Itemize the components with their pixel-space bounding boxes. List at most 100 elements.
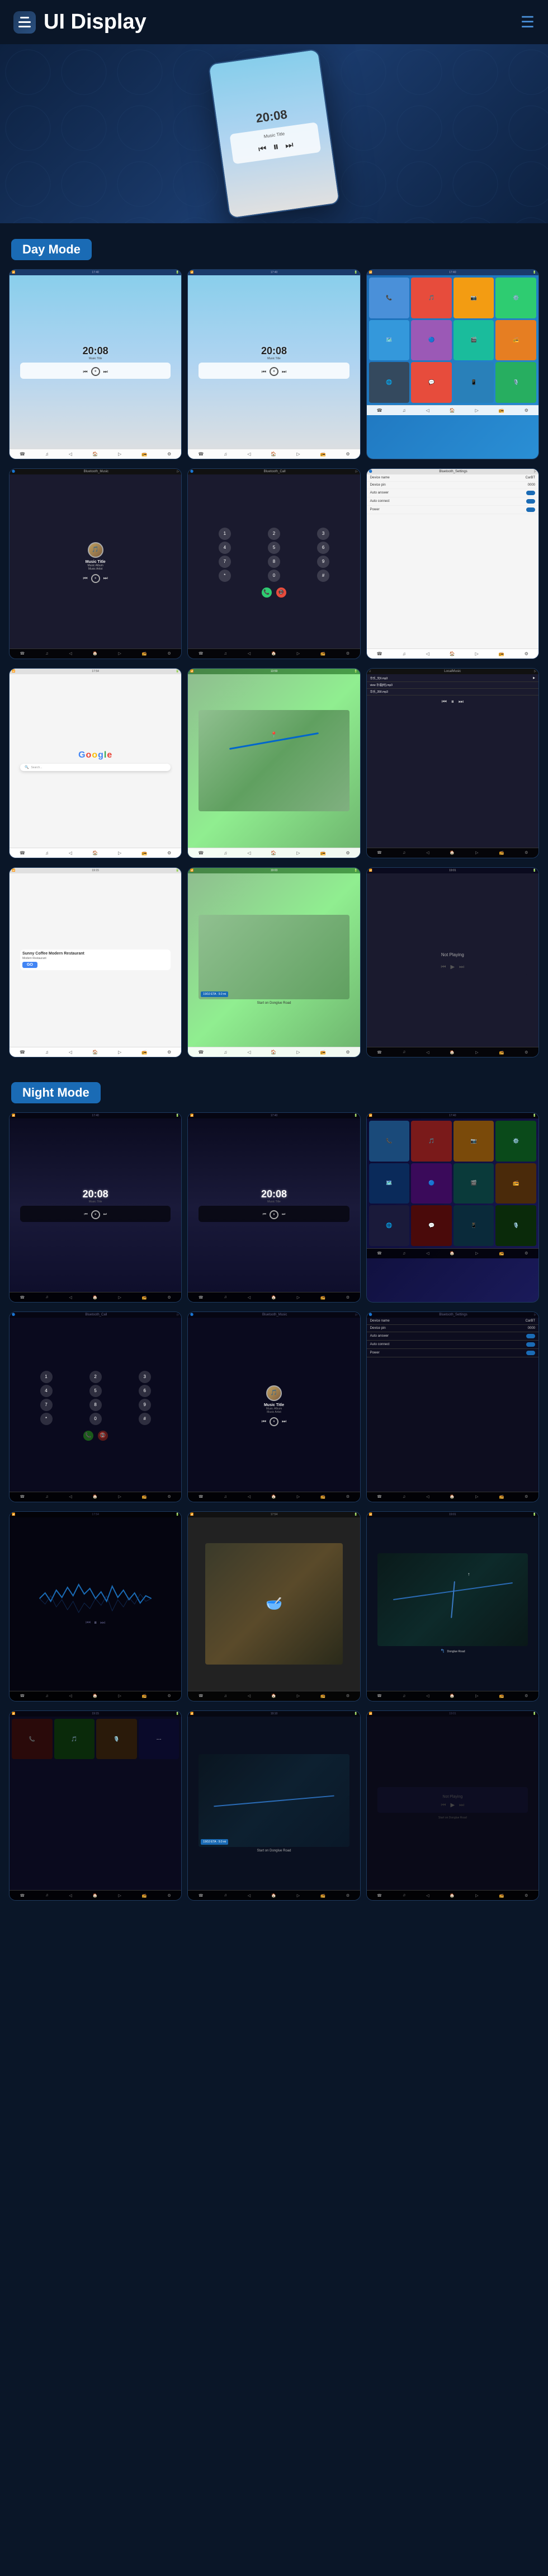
play-btn[interactable]: ⏸: [91, 367, 100, 376]
player-prev[interactable]: ⏮: [441, 1802, 446, 1808]
nav-settings[interactable]: ⚙: [346, 1694, 349, 1698]
nav-fwd[interactable]: ▷: [118, 1694, 121, 1698]
nav-home[interactable]: 🏠: [450, 1694, 455, 1698]
nav-phone[interactable]: ☎: [198, 850, 204, 855]
nav-radio[interactable]: 📻: [499, 850, 504, 855]
nav-back[interactable]: ◁: [248, 1295, 251, 1300]
hangup-btn[interactable]: 📵: [98, 1431, 108, 1441]
nav-settings[interactable]: ⚙: [525, 1050, 528, 1055]
player-play[interactable]: ▶: [450, 964, 455, 970]
nav-phone[interactable]: ☎: [199, 1893, 204, 1898]
nav-fwd[interactable]: ▷: [475, 651, 479, 656]
nav-back[interactable]: ◁: [69, 1893, 72, 1898]
play-icon[interactable]: ⏸: [272, 140, 280, 154]
auto-answer-toggle[interactable]: [526, 1334, 535, 1338]
nav-fwd[interactable]: ▷: [475, 850, 478, 855]
play-btn[interactable]: ⏸: [270, 1210, 278, 1219]
dial-5[interactable]: 5: [89, 1385, 102, 1397]
nav-music[interactable]: ♫: [224, 452, 227, 457]
next-btn[interactable]: ⏭: [103, 575, 108, 581]
nav-settings[interactable]: ⚙: [346, 1295, 349, 1300]
nav-settings[interactable]: ⚙: [346, 651, 349, 656]
nav-phone[interactable]: ☎: [199, 651, 204, 656]
nav-home[interactable]: 🏠: [271, 1494, 276, 1499]
nav-music[interactable]: ♫: [224, 1050, 227, 1055]
nav-settings[interactable]: ⚙: [168, 1893, 171, 1898]
nav-home[interactable]: 🏠: [450, 1494, 455, 1499]
nav-back[interactable]: ◁: [248, 651, 251, 656]
app-icon-radio[interactable]: 📻: [495, 1163, 536, 1204]
player-next[interactable]: ⏭: [459, 1802, 464, 1808]
dial-7[interactable]: 7: [219, 556, 231, 568]
nav-home[interactable]: 🏠: [271, 452, 276, 457]
play-btn[interactable]: ⏸: [91, 1210, 100, 1219]
nav-home[interactable]: 🏠: [450, 408, 455, 413]
nav-home[interactable]: 🏠: [271, 1893, 276, 1898]
dial-0[interactable]: 0: [268, 570, 280, 582]
nav-music[interactable]: ♫: [45, 1694, 48, 1698]
nav-music[interactable]: ♫: [45, 1050, 49, 1055]
next-btn[interactable]: ⏭: [282, 1212, 285, 1217]
call-btn[interactable]: 📞: [262, 587, 272, 598]
nav-radio[interactable]: 📻: [499, 408, 504, 413]
nav-settings[interactable]: ⚙: [525, 1251, 528, 1256]
nav-settings[interactable]: ⚙: [168, 1694, 171, 1698]
next-btn[interactable]: ⏭: [103, 369, 108, 375]
nav-fwd[interactable]: ▷: [297, 1694, 300, 1698]
nav-music[interactable]: ♫: [224, 1495, 227, 1499]
nav-fwd[interactable]: ▷: [297, 1295, 300, 1300]
nav-phone[interactable]: ☎: [377, 408, 382, 413]
nav-home[interactable]: 🏠: [271, 1050, 276, 1055]
player-next[interactable]: ⏭: [459, 964, 464, 970]
app-icon-music[interactable]: 🎵: [411, 278, 452, 318]
nav-radio[interactable]: 📻: [320, 1050, 325, 1055]
nav-fwd[interactable]: ▷: [475, 1494, 478, 1499]
nav-music[interactable]: ♫: [403, 408, 406, 413]
nav-phone[interactable]: ☎: [20, 1050, 25, 1055]
nav-home[interactable]: 🏠: [450, 651, 455, 656]
nav-back[interactable]: ◁: [426, 1494, 429, 1499]
next-icon[interactable]: ⏭: [285, 140, 294, 151]
music-item-2[interactable]: view 华语[时].mp3: [367, 682, 538, 689]
dial-hash[interactable]: #: [139, 1413, 151, 1425]
player-prev[interactable]: ⏮: [441, 964, 446, 970]
app-icon-map[interactable]: 🗺️: [369, 320, 410, 361]
music-prev[interactable]: ⏮: [442, 699, 447, 705]
nav-music[interactable]: ♫: [224, 1694, 227, 1698]
dial-2[interactable]: 2: [89, 1371, 102, 1383]
nav-fwd[interactable]: ▷: [297, 1494, 300, 1499]
nav-phone[interactable]: ☎: [198, 452, 204, 457]
nav-radio[interactable]: 📻: [499, 651, 504, 656]
nav-phone[interactable]: ☎: [377, 1251, 382, 1256]
nav-back[interactable]: ◁: [69, 1694, 72, 1698]
nav-home[interactable]: 🏠: [92, 452, 98, 457]
dial-1[interactable]: 1: [40, 1371, 53, 1383]
dial-1[interactable]: 1: [219, 528, 231, 540]
app-icon-cam[interactable]: 📱: [453, 362, 494, 403]
nav-music[interactable]: ♫: [403, 1050, 405, 1054]
nav-back[interactable]: ◁: [69, 452, 72, 457]
nav-music[interactable]: ♫: [224, 652, 227, 656]
prev-btn[interactable]: ⏮: [262, 369, 266, 375]
app-icon-mic[interactable]: 🎙️: [495, 1205, 536, 1246]
nav-back[interactable]: ◁: [426, 850, 429, 855]
nav-phone[interactable]: ☎: [198, 1050, 204, 1055]
app-icon-bt[interactable]: 🔵: [411, 320, 452, 361]
nav-back[interactable]: ◁: [426, 1050, 429, 1055]
nav-fwd[interactable]: ▷: [475, 1893, 478, 1898]
music-item-1[interactable]: 华乐_光II.mp3▶: [367, 675, 538, 682]
nav-fwd[interactable]: ▷: [118, 452, 121, 457]
app-icon-video[interactable]: 🎬: [453, 1163, 494, 1204]
nav-back[interactable]: ◁: [426, 651, 429, 656]
nav-settings[interactable]: ⚙: [346, 1893, 349, 1898]
nav-music[interactable]: ♫: [224, 850, 227, 855]
app-icon-mic[interactable]: 🎙️: [495, 362, 536, 403]
nav-radio[interactable]: 📻: [141, 452, 147, 457]
prev-btn[interactable]: ⏮: [262, 1418, 266, 1425]
nav-settings[interactable]: ⚙: [525, 651, 528, 656]
dial-3[interactable]: 3: [139, 1371, 151, 1383]
nav-home[interactable]: 🏠: [450, 1893, 455, 1898]
dial-9[interactable]: 9: [139, 1399, 151, 1411]
nav-radio[interactable]: 📻: [320, 1295, 325, 1300]
dial-8[interactable]: 8: [89, 1399, 102, 1411]
